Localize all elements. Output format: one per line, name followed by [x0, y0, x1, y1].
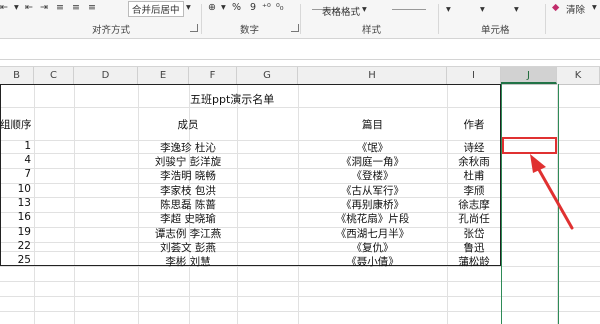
cell-author: 徐志摩 — [458, 199, 490, 211]
cell-piece: 《再别康桥》 — [341, 199, 404, 211]
currency-icon[interactable]: ⊕ — [208, 2, 216, 13]
cell-author: 杜甫 — [463, 170, 485, 182]
format-as-table-dropdown-icon[interactable]: ▾ — [362, 4, 367, 15]
cell-author: 余秋雨 — [458, 156, 490, 168]
group-separator — [201, 4, 202, 34]
group-separator — [300, 4, 301, 34]
currency-dropdown-icon[interactable]: ▾ — [221, 2, 226, 13]
alignment-dialog-launcher-icon[interactable] — [190, 24, 198, 32]
header-piece: 篇目 — [362, 119, 383, 131]
decrease-decimal-icon[interactable]: ⁰₀ — [276, 2, 284, 13]
cell-piece: 《聂小倩》 — [346, 256, 399, 268]
cell-author: 张岱 — [463, 228, 485, 240]
column-header-i[interactable]: I — [447, 67, 501, 84]
decrease-indent-icon[interactable]: ⇤ — [25, 2, 33, 13]
cells-group-label: 单元格 — [481, 25, 510, 36]
percent-button[interactable]: % — [232, 2, 241, 13]
cell-author: 诗经 — [463, 142, 485, 154]
column-header-f[interactable]: F — [189, 67, 237, 84]
cell-author: 蒲松龄 — [458, 256, 490, 268]
cell-members: 李浩明 晓畅 — [160, 170, 216, 182]
increase-indent-icon[interactable]: ⇥ — [40, 2, 48, 13]
header-members: 成员 — [177, 119, 199, 131]
cell-author: 鲁迅 — [463, 242, 485, 254]
cell-members: 李超 史晓瑜 — [160, 213, 216, 225]
cell-piece: 《复仇》 — [351, 242, 394, 254]
column-header-g[interactable]: G — [237, 67, 298, 84]
merge-center-button[interactable]: 合并后居中 — [128, 1, 184, 17]
column-header-c[interactable]: C — [34, 67, 74, 84]
orientation-dropdown-icon[interactable]: ▾ — [14, 2, 19, 13]
column-header-b[interactable]: B — [0, 67, 34, 84]
cell-order: 10 — [17, 183, 31, 195]
cell-author: 李颀 — [463, 185, 485, 197]
header-author: 作者 — [463, 119, 485, 131]
eraser-icon[interactable]: ◆ — [552, 2, 559, 13]
ribbon: ⇤ ▾ ⇤ ⇥ ≡ ≡ ≡ 合并后居中 ▾ 对齐方式 ⊕ ▾ % 9 ⁺⁰ ⁰₀… — [0, 0, 600, 39]
table-title: 五班ppt演示名单 — [190, 93, 275, 106]
merge-center-label: 合并后居中 — [132, 5, 180, 16]
cell-order: 7 — [24, 168, 31, 180]
column-header-k[interactable]: K — [557, 67, 600, 84]
format-as-table-label: 表格格式 — [322, 7, 361, 18]
cell-piece: 《西湖七月半》 — [335, 228, 410, 240]
alignment-group-label: 对齐方式 — [92, 25, 131, 36]
number-group-label: 数字 — [240, 25, 260, 36]
clear-button[interactable]: 清除 — [566, 2, 585, 16]
cell-order: 1 — [24, 140, 31, 152]
cell-author: 孔尚任 — [458, 213, 490, 225]
cell-styles-button[interactable] — [392, 0, 426, 10]
column-header-d[interactable]: D — [74, 67, 138, 84]
cell-members: 刘荟文 彭燕 — [160, 242, 216, 254]
cell-piece: 《古从军行》 — [341, 185, 404, 197]
cell-piece: 《洞庭一角》 — [341, 156, 404, 168]
cell-members: 李家枝 包洪 — [160, 185, 216, 197]
delete-cells-dropdown-icon[interactable]: ▾ — [480, 4, 485, 15]
cell-piece: 《桃花扇》片段 — [335, 213, 410, 225]
cell-members: 李彬 刘慧 — [165, 256, 211, 268]
cell-order: 16 — [17, 211, 31, 223]
insert-cells-dropdown-icon[interactable]: ▾ — [446, 4, 451, 15]
annotation-arrow-icon — [530, 154, 574, 230]
cell-members: 刘骏宁 彭洋旋 — [154, 156, 222, 168]
format-cells-dropdown-icon[interactable]: ▾ — [514, 4, 519, 15]
cell-order: 22 — [17, 240, 31, 252]
column-header-j[interactable]: J — [501, 67, 557, 84]
group-separator — [438, 4, 439, 34]
cell-order: 25 — [17, 254, 31, 266]
cell-members: 谭志例 李江燕 — [154, 228, 222, 240]
header-order: 组顺序 — [0, 119, 32, 131]
cell-order: 19 — [17, 226, 31, 238]
styles-group-label: 样式 — [362, 25, 382, 36]
number-dialog-launcher-icon[interactable] — [291, 24, 299, 32]
formula-bar[interactable] — [0, 39, 600, 60]
align-center-icon[interactable]: ≡ — [72, 2, 80, 13]
group-separator — [545, 4, 546, 34]
clear-dropdown-icon[interactable]: ▾ — [592, 2, 597, 13]
cell-piece: 《登楼》 — [351, 170, 394, 182]
column-header-bar: B C D E F G H I J K — [0, 66, 600, 85]
increase-decimal-icon[interactable]: ⁺⁰ — [262, 2, 271, 13]
cell-members: 陈思磊 陈蔷 — [160, 199, 216, 211]
align-right-icon[interactable]: ≡ — [88, 2, 96, 13]
cell-piece: 《氓》 — [356, 142, 389, 154]
column-header-h[interactable]: H — [298, 67, 447, 84]
merge-dropdown-icon[interactable]: ▾ — [186, 2, 191, 13]
cell-members: 李逸珍 杜沁 — [160, 142, 216, 154]
cell-order: 4 — [24, 154, 31, 166]
indent-icon[interactable]: ⇤ — [0, 2, 8, 13]
cell-order: 13 — [17, 197, 31, 209]
align-left-icon[interactable]: ≡ — [56, 2, 64, 13]
format-as-table-button[interactable]: 表格格式 — [322, 4, 360, 18]
column-header-e[interactable]: E — [138, 67, 189, 84]
comma-style-button[interactable]: 9 — [250, 2, 256, 13]
clear-label: 清除 — [566, 5, 586, 16]
